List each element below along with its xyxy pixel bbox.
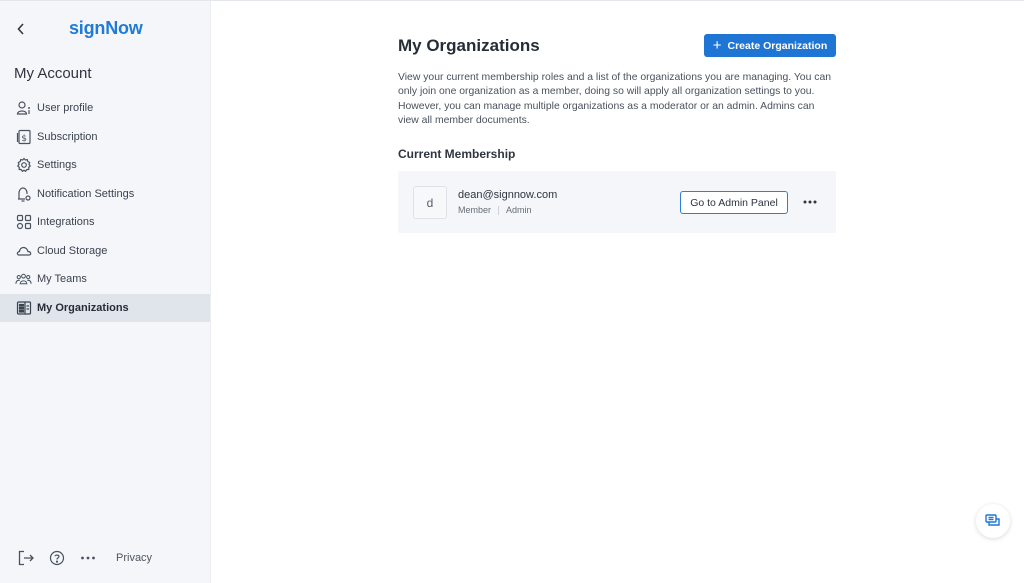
cloud-icon [15, 242, 32, 259]
create-organization-label: Create Organization [727, 39, 828, 52]
sidebar-item-label: Integrations [37, 216, 95, 229]
organization-icon [15, 299, 32, 316]
sidebar-item-label: Subscription [37, 130, 98, 143]
role-divider [498, 205, 500, 215]
sidebar-item-label: My Teams [37, 273, 87, 286]
signnow-logo[interactable]: signNow [69, 18, 143, 39]
role-badge: Admin [506, 205, 532, 215]
account-nav: User profile $ Subscription Settings Not… [0, 94, 210, 322]
membership-more-button[interactable] [800, 194, 820, 210]
sidebar-item-cloud-storage[interactable]: Cloud Storage [0, 237, 210, 266]
sidebar-item-label: Cloud Storage [37, 244, 108, 257]
logout-button[interactable] [17, 549, 35, 567]
chevron-left-icon [17, 23, 24, 35]
sidebar-item-user-profile[interactable]: User profile [0, 94, 210, 123]
sidebar-item-settings[interactable]: Settings [0, 151, 210, 180]
membership-card: d dean@signnow.com Member Admin Go to Ad… [398, 171, 836, 233]
svg-text:$: $ [21, 134, 27, 144]
logout-icon [18, 550, 34, 566]
more-icon [81, 556, 95, 560]
account-title: My Account [14, 65, 92, 82]
more-horizontal-icon [803, 200, 817, 204]
sidebar-item-label: Settings [37, 159, 77, 172]
role-badge: Member [458, 205, 492, 215]
privacy-link[interactable]: Privacy [116, 549, 152, 567]
member-roles: Member Admin [458, 205, 532, 215]
teams-icon [15, 271, 32, 288]
chat-icon [985, 514, 1000, 526]
sidebar-item-label: Notification Settings [37, 187, 135, 200]
sidebar-item-subscription[interactable]: $ Subscription [0, 123, 210, 152]
integrations-icon [15, 214, 32, 231]
avatar: d [413, 186, 447, 219]
chat-widget-button[interactable] [976, 504, 1010, 538]
page-title: My Organizations [398, 36, 540, 55]
sidebar: signNow My Account User profile $ Subscr… [0, 1, 211, 583]
help-icon [49, 550, 65, 566]
create-organization-button[interactable]: + Create Organization [704, 34, 836, 57]
sidebar-item-integrations[interactable]: Integrations [0, 208, 210, 237]
back-button[interactable] [12, 19, 30, 39]
member-email: dean@signnow.com [458, 189, 558, 201]
help-button[interactable] [48, 549, 66, 567]
gear-icon [15, 157, 32, 174]
sidebar-item-notification-settings[interactable]: Notification Settings [0, 180, 210, 209]
sidebar-footer: Privacy [0, 547, 210, 569]
more-menu-button[interactable] [79, 549, 97, 567]
plus-icon: + [712, 37, 722, 54]
sidebar-item-my-organizations[interactable]: My Organizations [0, 293, 210, 322]
page-description: View your current membership roles and a… [398, 72, 832, 127]
subscription-icon: $ [15, 128, 32, 145]
go-to-admin-panel-button[interactable]: Go to Admin Panel [680, 191, 788, 214]
sidebar-item-label: User profile [37, 102, 94, 115]
bell-gear-icon [15, 185, 32, 202]
app: signNow My Account User profile $ Subscr… [0, 0, 1024, 583]
section-title: Current Membership [398, 147, 516, 161]
sidebar-item-label: My Organizations [37, 301, 129, 314]
sidebar-item-my-teams[interactable]: My Teams [0, 265, 210, 294]
user-profile-icon [15, 100, 32, 117]
